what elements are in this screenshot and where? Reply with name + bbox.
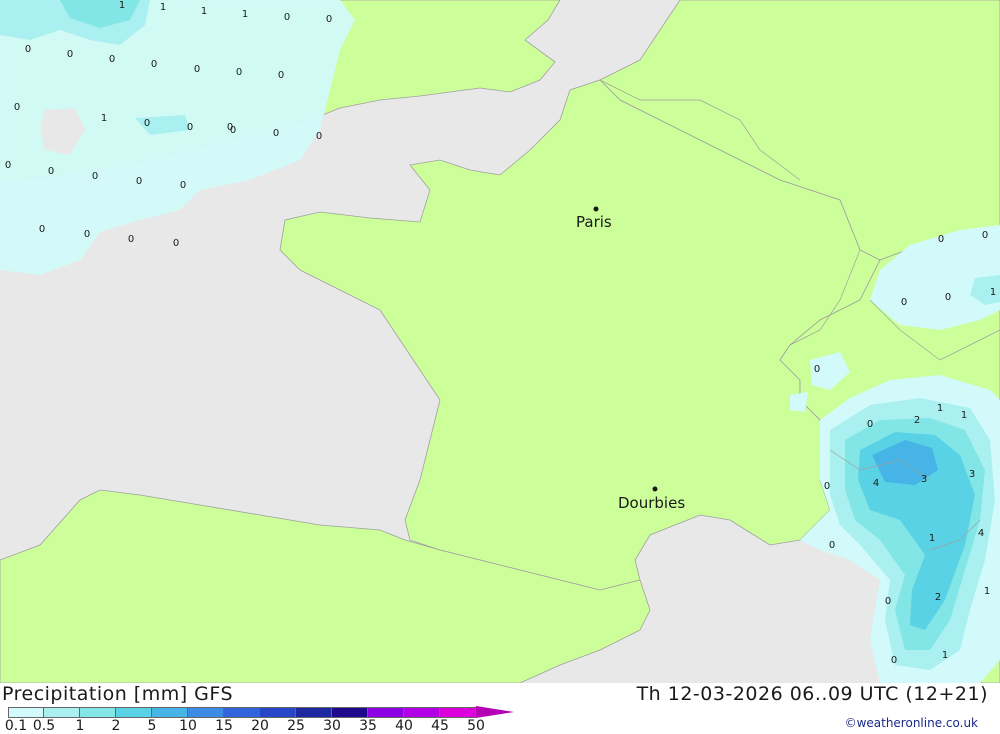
precip-value: 0 [5, 160, 11, 171]
precip-value: 0 [14, 102, 20, 113]
precip-value: 0 [326, 14, 332, 25]
credit-link[interactable]: ©weatheronline.co.uk [845, 716, 978, 730]
precip-value: 1 [929, 533, 935, 544]
legend-swatch [152, 707, 188, 718]
city-label-paris: Paris [576, 213, 612, 231]
precip-value: 0 [173, 238, 179, 249]
legend-label: 35 [359, 718, 377, 734]
legend-swatch [332, 707, 368, 718]
precip-value: 0 [284, 12, 290, 23]
precip-value: 0 [885, 596, 891, 607]
precip-value: 0 [144, 118, 150, 129]
precip-value: 0 [901, 297, 907, 308]
precip-value: 0 [92, 171, 98, 182]
legend-label: 0.1 [4, 718, 28, 734]
precip-value: 0 [316, 131, 322, 142]
legend-swatch [44, 707, 80, 718]
precip-value: 1 [119, 0, 125, 11]
legend-label: 10 [179, 718, 197, 734]
precip-value: 3 [921, 474, 927, 485]
legend-label: 5 [147, 718, 157, 734]
precip-value: 0 [84, 229, 90, 240]
legend-swatch [296, 707, 332, 718]
legend-swatch [116, 707, 152, 718]
precip-value: 0 [938, 234, 944, 245]
legend-label: 25 [287, 718, 305, 734]
city-dot-dourbies [652, 486, 658, 492]
color-scale-labels: 0.1 0.5 1 2 5 10 15 20 25 30 35 40 45 50 [0, 718, 540, 734]
precip-value: 1 [961, 410, 967, 421]
legend-label: 30 [323, 718, 341, 734]
legend-swatch [188, 707, 224, 718]
legend-label: 20 [251, 718, 269, 734]
precip-value: 0 [136, 176, 142, 187]
precip-value: 0 [67, 49, 73, 60]
precip-value: 1 [160, 2, 166, 13]
precip-value: 0 [814, 364, 820, 375]
legend-label: 50 [467, 718, 485, 734]
precip-value: 0 [982, 230, 988, 241]
legend-swatch [368, 707, 404, 718]
precip-value: 2 [914, 415, 920, 426]
precip-value: 0 [109, 54, 115, 65]
precip-value: 0 [180, 180, 186, 191]
legend-swatch [224, 707, 260, 718]
legend-swatch [440, 707, 476, 718]
precip-value: 0 [867, 419, 873, 430]
legend-arrow [476, 706, 514, 718]
precip-value: 1 [984, 586, 990, 597]
precip-value: 0 [227, 122, 233, 133]
precip-value: 1 [242, 9, 248, 20]
map-canvas: Paris Dourbies 1 1 1 1 0 0 0 0 0 0 0 0 0… [0, 0, 1000, 683]
legend-label: 2 [111, 718, 121, 734]
legend-swatch [8, 707, 44, 718]
color-scale-bar [8, 706, 514, 718]
precip-value: 0 [236, 67, 242, 78]
map-title: Precipitation [mm] GFS [2, 683, 234, 705]
precip-value: 0 [273, 128, 279, 139]
legend-swatch [80, 707, 116, 718]
precip-value: 0 [945, 292, 951, 303]
precip-value: 0 [824, 481, 830, 492]
legend-label: 1 [75, 718, 85, 734]
legend-swatch [260, 707, 296, 718]
city-dot-paris [593, 206, 599, 212]
precip-value: 1 [101, 113, 107, 124]
precip-value: 0 [829, 540, 835, 551]
precip-value: 0 [25, 44, 31, 55]
legend-footer: Precipitation [mm] GFS Th 12-03-2026 06.… [0, 683, 1000, 734]
precip-value: 4 [978, 528, 984, 539]
precip-value: 0 [48, 166, 54, 177]
precip-value: 0 [187, 122, 193, 133]
precip-value: 2 [935, 592, 941, 603]
legend-label: 15 [215, 718, 233, 734]
precip-value: 0 [891, 655, 897, 666]
precip-value: 0 [278, 70, 284, 81]
city-label-dourbies: Dourbies [618, 494, 685, 512]
legend-label: 45 [431, 718, 449, 734]
legend-label: 0.5 [32, 718, 56, 734]
precip-value: 0 [194, 64, 200, 75]
precip-value: 1 [990, 287, 996, 298]
precip-value: 1 [942, 650, 948, 661]
legend-swatch [404, 707, 440, 718]
precipitation-map: Paris Dourbies 1 1 1 1 0 0 0 0 0 0 0 0 0… [0, 0, 1000, 683]
precip-value: 1 [201, 6, 207, 17]
precip-value: 1 [937, 403, 943, 414]
precip-value: 3 [969, 469, 975, 480]
legend-label: 40 [395, 718, 413, 734]
precip-value: 0 [39, 224, 45, 235]
precip-value: 0 [128, 234, 134, 245]
precip-value: 0 [151, 59, 157, 70]
forecast-datetime: Th 12-03-2026 06..09 UTC (12+21) [636, 683, 988, 705]
precip-value: 4 [873, 478, 879, 489]
